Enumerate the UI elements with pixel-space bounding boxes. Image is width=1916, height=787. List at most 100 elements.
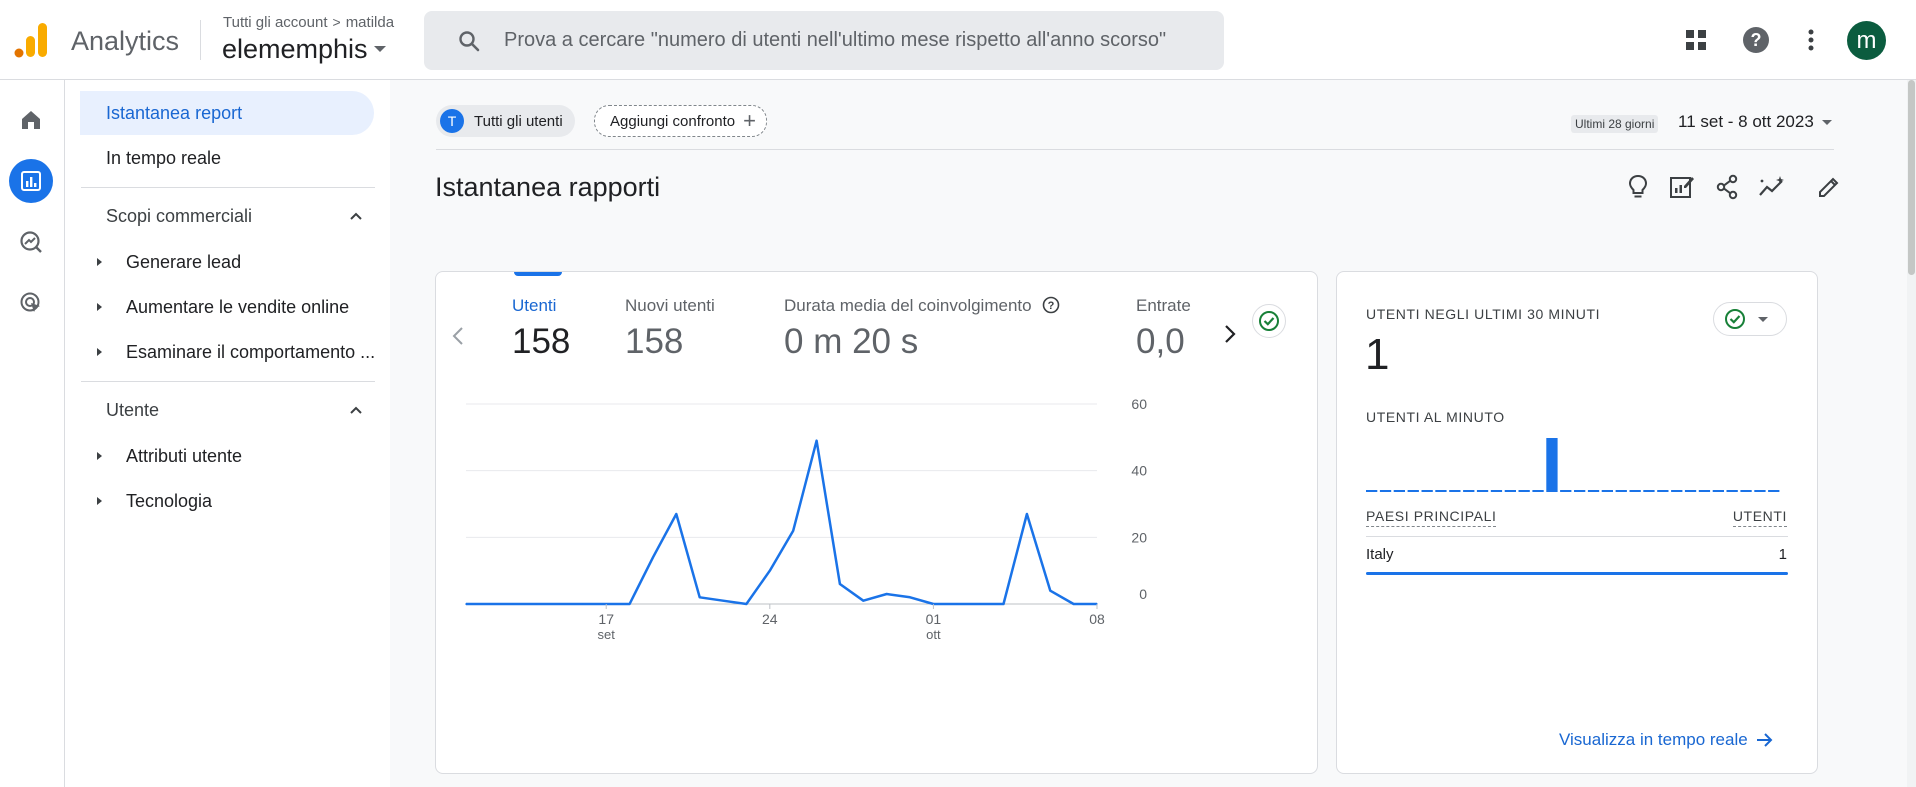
view-realtime-label: Visualizza in tempo reale xyxy=(1559,730,1748,749)
breadcrumb-root[interactable]: Tutti gli account xyxy=(223,14,328,31)
data-point xyxy=(722,599,724,602)
compare-trend-button[interactable] xyxy=(1755,170,1789,204)
data-point xyxy=(465,603,467,605)
metric-value: 0 m 20 s xyxy=(784,322,919,361)
realtime-title: UTENTI NEGLI ULTIMI 30 MINUTI xyxy=(1366,306,1601,322)
minute-bar[interactable] xyxy=(1684,490,1697,492)
data-quality-button[interactable] xyxy=(1252,304,1286,338)
minute-bar[interactable] xyxy=(1532,490,1544,492)
metric-tab-revenue[interactable]: Entrate 0,0 xyxy=(1136,296,1191,362)
minute-bar[interactable] xyxy=(1574,490,1586,492)
minute-bar[interactable] xyxy=(1698,490,1711,492)
top-countries-header[interactable]: PAESI PRINCIPALI xyxy=(1366,508,1497,527)
metric-tab-avg-engagement[interactable]: Durata media del coinvolgimento ? 0 m 20… xyxy=(784,296,1060,362)
metric-tab-new-users[interactable]: Nuovi utenti 158 xyxy=(625,296,715,362)
minute-bar[interactable] xyxy=(1726,490,1738,492)
country-share-bar xyxy=(1366,572,1788,575)
minute-bar[interactable] xyxy=(1449,490,1461,492)
minute-bar[interactable] xyxy=(1587,490,1600,492)
minute-bar[interactable] xyxy=(1393,490,1405,492)
metrics-prev-button[interactable] xyxy=(442,320,474,352)
minute-bar[interactable] xyxy=(1379,490,1392,492)
check-circle-icon xyxy=(1725,309,1745,329)
users-cell: 1 xyxy=(1778,546,1787,563)
realtime-data-quality-button[interactable] xyxy=(1713,302,1787,336)
data-point xyxy=(909,596,911,599)
scrollbar-thumb[interactable] xyxy=(1908,80,1915,275)
minute-bar[interactable] xyxy=(1671,490,1683,492)
data-point xyxy=(558,603,561,605)
nav-sub-user-attributes[interactable]: Attributi utente xyxy=(80,436,390,476)
users-column-header[interactable]: UTENTI xyxy=(1732,508,1787,527)
rail-reports-button[interactable] xyxy=(9,159,53,203)
page-scrollbar[interactable] xyxy=(1907,80,1916,787)
metric-value: 158 xyxy=(625,322,684,361)
metric-tab-users[interactable]: Utenti 158 xyxy=(512,296,570,362)
help-outline-icon[interactable]: ? xyxy=(1042,296,1060,314)
insights-button[interactable] xyxy=(1621,170,1655,204)
nav-item-reports-snapshot[interactable]: Istantanea report xyxy=(80,91,374,135)
minute-bar[interactable] xyxy=(1712,490,1724,492)
minute-bar[interactable] xyxy=(1560,490,1572,492)
minute-bar[interactable] xyxy=(1643,490,1655,492)
date-range-picker[interactable]: 11 set - 8 ott 2023 xyxy=(1678,112,1832,132)
nav-sub-examine-behavior[interactable]: Esaminare il comportamento ... xyxy=(80,332,390,372)
nav-item-realtime[interactable]: In tempo reale xyxy=(80,136,221,180)
edit-button[interactable] xyxy=(1812,170,1846,204)
nav-sub-label: Attributi utente xyxy=(126,446,243,466)
top-bar: Analytics Tutti gli account > matilda elem… xyxy=(0,0,1916,80)
nav-sub-drive-online-sales[interactable]: Aumentare le vendite online xyxy=(80,287,390,327)
rail-home-button[interactable] xyxy=(9,98,53,142)
minute-bar[interactable] xyxy=(1504,490,1516,492)
breadcrumb[interactable]: Tutti gli account > matilda xyxy=(223,14,394,31)
minute-bar[interactable] xyxy=(1463,490,1475,492)
x-tick-label: 01 xyxy=(926,611,942,627)
segment-chip[interactable]: T Tutti gli utenti xyxy=(436,105,575,137)
minute-bar[interactable] xyxy=(1407,490,1419,492)
nav-sub-tech[interactable]: Tecnologia xyxy=(80,481,390,521)
minute-bar[interactable] xyxy=(1366,490,1378,492)
add-comparison-button[interactable]: Aggiungi confronto + xyxy=(594,105,767,137)
minute-bar[interactable] xyxy=(1740,490,1752,492)
nav-sub-generate-leads[interactable]: Generare lead xyxy=(80,242,390,282)
minute-bar[interactable] xyxy=(1629,490,1641,492)
search-bar[interactable] xyxy=(424,11,1224,70)
help-button[interactable]: ? xyxy=(1736,20,1776,60)
search-input[interactable] xyxy=(504,11,1204,70)
nav-section-business-objectives[interactable]: Scopi commerciali xyxy=(106,196,376,236)
minute-bar[interactable] xyxy=(1518,490,1530,492)
metrics-next-button[interactable] xyxy=(1214,318,1246,350)
y-tick-label: 40 xyxy=(1131,463,1147,479)
nav-divider xyxy=(81,381,375,382)
customize-report-button[interactable] xyxy=(1665,170,1699,204)
advertising-icon xyxy=(20,292,40,312)
chevron-left-icon xyxy=(452,327,463,345)
analytics-logo[interactable] xyxy=(14,22,48,58)
check-circle-icon xyxy=(1259,311,1279,331)
chevron-right-icon xyxy=(1225,325,1236,343)
minute-bar[interactable] xyxy=(1615,490,1627,492)
minute-bar[interactable] xyxy=(1435,490,1447,492)
account-avatar[interactable]: m xyxy=(1847,21,1886,60)
data-point xyxy=(839,583,841,585)
minute-bar[interactable] xyxy=(1657,490,1669,492)
breadcrumb-account[interactable]: matilda xyxy=(346,14,394,31)
view-realtime-link[interactable]: Visualizza in tempo reale xyxy=(1559,730,1774,750)
metric-tab-indicator xyxy=(514,272,562,276)
rail-explore-button[interactable] xyxy=(9,220,53,264)
minute-bar[interactable] xyxy=(1490,490,1503,492)
share-button[interactable] xyxy=(1710,170,1744,204)
minute-bar[interactable] xyxy=(1476,490,1489,492)
apps-grid-button[interactable] xyxy=(1676,20,1716,60)
minute-bar[interactable] xyxy=(1601,490,1613,492)
property-picker[interactable]: elememphis xyxy=(222,34,386,65)
rail-advertising-button[interactable] xyxy=(9,281,53,325)
minute-bar[interactable] xyxy=(1768,490,1780,492)
minute-bar[interactable] xyxy=(1754,490,1766,492)
header-divider xyxy=(200,20,201,60)
minute-bar[interactable] xyxy=(1421,490,1433,492)
caret-down-icon xyxy=(1758,316,1768,322)
minute-bar[interactable] xyxy=(1546,438,1558,492)
nav-section-user[interactable]: Utente xyxy=(106,390,376,430)
more-options-button[interactable] xyxy=(1791,20,1831,60)
